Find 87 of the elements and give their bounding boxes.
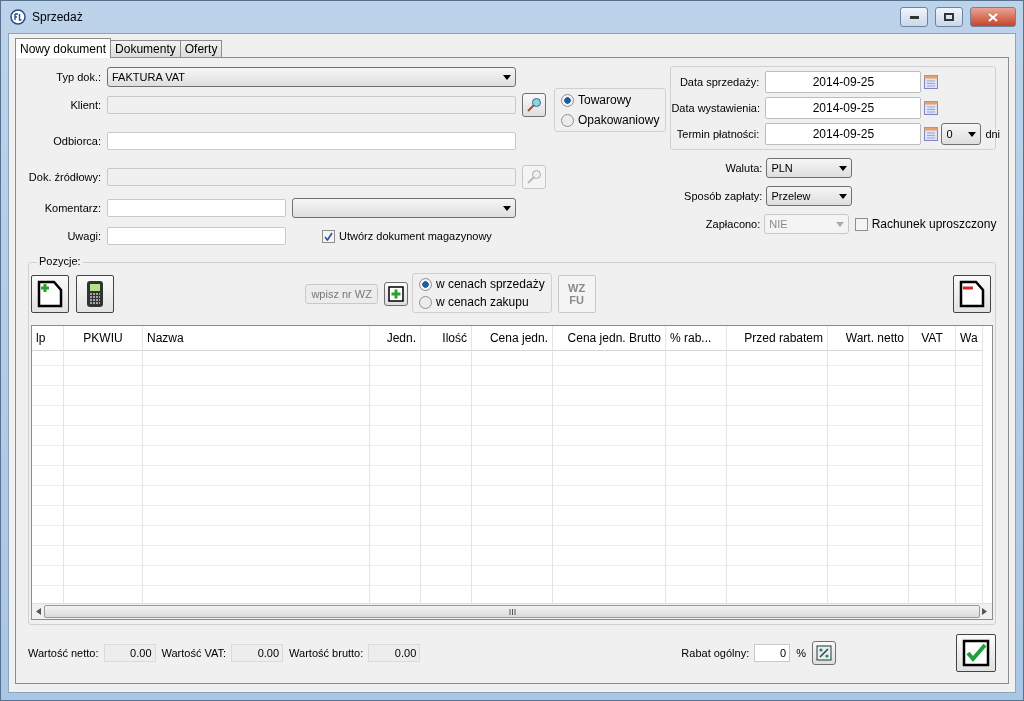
caret-icon [503, 74, 511, 80]
search-icon [526, 97, 542, 113]
calendar-icon[interactable] [924, 101, 939, 115]
comment-dropdown[interactable] [292, 198, 516, 218]
total-label: Wartość brutto: [289, 647, 364, 659]
caret-icon [968, 131, 977, 137]
checkbox-label: Utwórz dokument magazynowy [339, 230, 492, 242]
remove-document-icon [959, 280, 985, 308]
total-value: 0.00 [103, 644, 156, 662]
date-field[interactable]: 2014-09-25 [765, 97, 922, 119]
client-search-button[interactable] [522, 93, 546, 117]
calendar-icon[interactable] [924, 127, 939, 141]
field-label: Odbiorca: [52, 135, 102, 147]
handheld-terminal-icon [85, 280, 105, 308]
radio-button[interactable] [418, 277, 432, 291]
percent-label: % [796, 647, 806, 659]
close-icon [988, 12, 998, 22]
days-unit: dni [985, 128, 1001, 140]
field-label: Zapłacono: [704, 218, 762, 230]
maximize-button[interactable] [935, 7, 963, 27]
date-field[interactable]: 2014-09-25 [765, 71, 922, 93]
radio-label: Opakowaniowy [578, 113, 660, 127]
radio-button[interactable] [418, 295, 432, 309]
checkbox[interactable] [322, 229, 335, 243]
caret-icon [839, 193, 848, 199]
minimize-icon [909, 15, 919, 19]
total-value: 0.00 [368, 644, 421, 662]
horizontal-scrollbar[interactable] [32, 603, 992, 619]
minimize-button[interactable] [900, 7, 928, 27]
window-title: Sprzedaż [32, 10, 84, 24]
recipient-field[interactable] [107, 132, 516, 150]
discount-label: Rabat ogólny: [681, 647, 750, 659]
payment-method-dropdown[interactable]: Przelew [766, 186, 853, 206]
check-icon [324, 231, 333, 241]
field-label: Typ dok.: [55, 71, 102, 83]
total-value: 0.00 [231, 644, 284, 662]
total-label: Wartość netto: [28, 647, 99, 659]
percent-icon [816, 645, 832, 661]
field-label: Komentarz: [43, 202, 102, 214]
field-label: Data wystawienia: [671, 102, 762, 114]
field-label: Data sprzedaży: [678, 76, 761, 88]
days-dropdown[interactable]: 0 [941, 123, 982, 145]
tab[interactable]: Oferty [179, 40, 223, 58]
calendar-icon[interactable] [924, 75, 939, 89]
checkbox-label: Rachunek uproszczony [871, 217, 997, 231]
grip-icon [508, 608, 516, 615]
caret-icon [503, 205, 511, 211]
caret-icon [835, 221, 844, 227]
radio-button[interactable] [561, 113, 574, 127]
radio-label: w cenach sprzedaży [435, 277, 545, 291]
tab[interactable]: Dokumenty [110, 40, 181, 58]
scroll-right-icon [982, 608, 988, 615]
group-title: Pozycje: [37, 255, 83, 267]
scroll-left-icon [36, 608, 42, 615]
field-label: Dok. źródłowy: [28, 171, 102, 183]
app-logo-icon [10, 9, 26, 25]
confirm-button[interactable] [956, 634, 996, 672]
enter-wz-button[interactable]: wpisz nr WZ [305, 284, 378, 304]
document-type-dropdown[interactable]: FAKTURA VAT [107, 67, 516, 87]
maximize-icon [944, 13, 954, 21]
field-label: Waluta: [724, 162, 764, 174]
add-position-button[interactable] [31, 275, 69, 313]
tab[interactable]: Nowy dokument [15, 38, 112, 58]
caret-icon [839, 165, 848, 171]
comment-field[interactable] [107, 199, 286, 217]
remove-position-button[interactable] [953, 275, 991, 313]
radio-button[interactable] [561, 93, 574, 107]
discount-field[interactable]: 0 [754, 644, 791, 662]
checkmark-icon [962, 639, 990, 667]
terminal-button[interactable] [76, 275, 114, 313]
date-field[interactable]: 2014-09-25 [765, 123, 922, 145]
checkbox[interactable] [854, 217, 868, 231]
add-document-icon [37, 280, 63, 308]
close-button[interactable] [970, 7, 1016, 27]
field-label: Termin płatności: [675, 128, 761, 140]
radio-label: Towarowy [578, 93, 632, 107]
total-label: Wartość VAT: [161, 647, 227, 659]
field-label: Uwagi: [66, 230, 102, 242]
radio-label: w cenach zakupu [435, 295, 529, 309]
search-icon [526, 169, 542, 185]
currency-dropdown[interactable]: PLN [766, 158, 853, 178]
apply-discount-button[interactable] [812, 641, 836, 665]
plus-icon [387, 286, 404, 302]
notes-field[interactable] [107, 227, 286, 245]
field-label: Sposób zapłaty: [683, 190, 764, 202]
add-button[interactable] [383, 282, 408, 306]
field-label: Klient: [69, 99, 102, 111]
